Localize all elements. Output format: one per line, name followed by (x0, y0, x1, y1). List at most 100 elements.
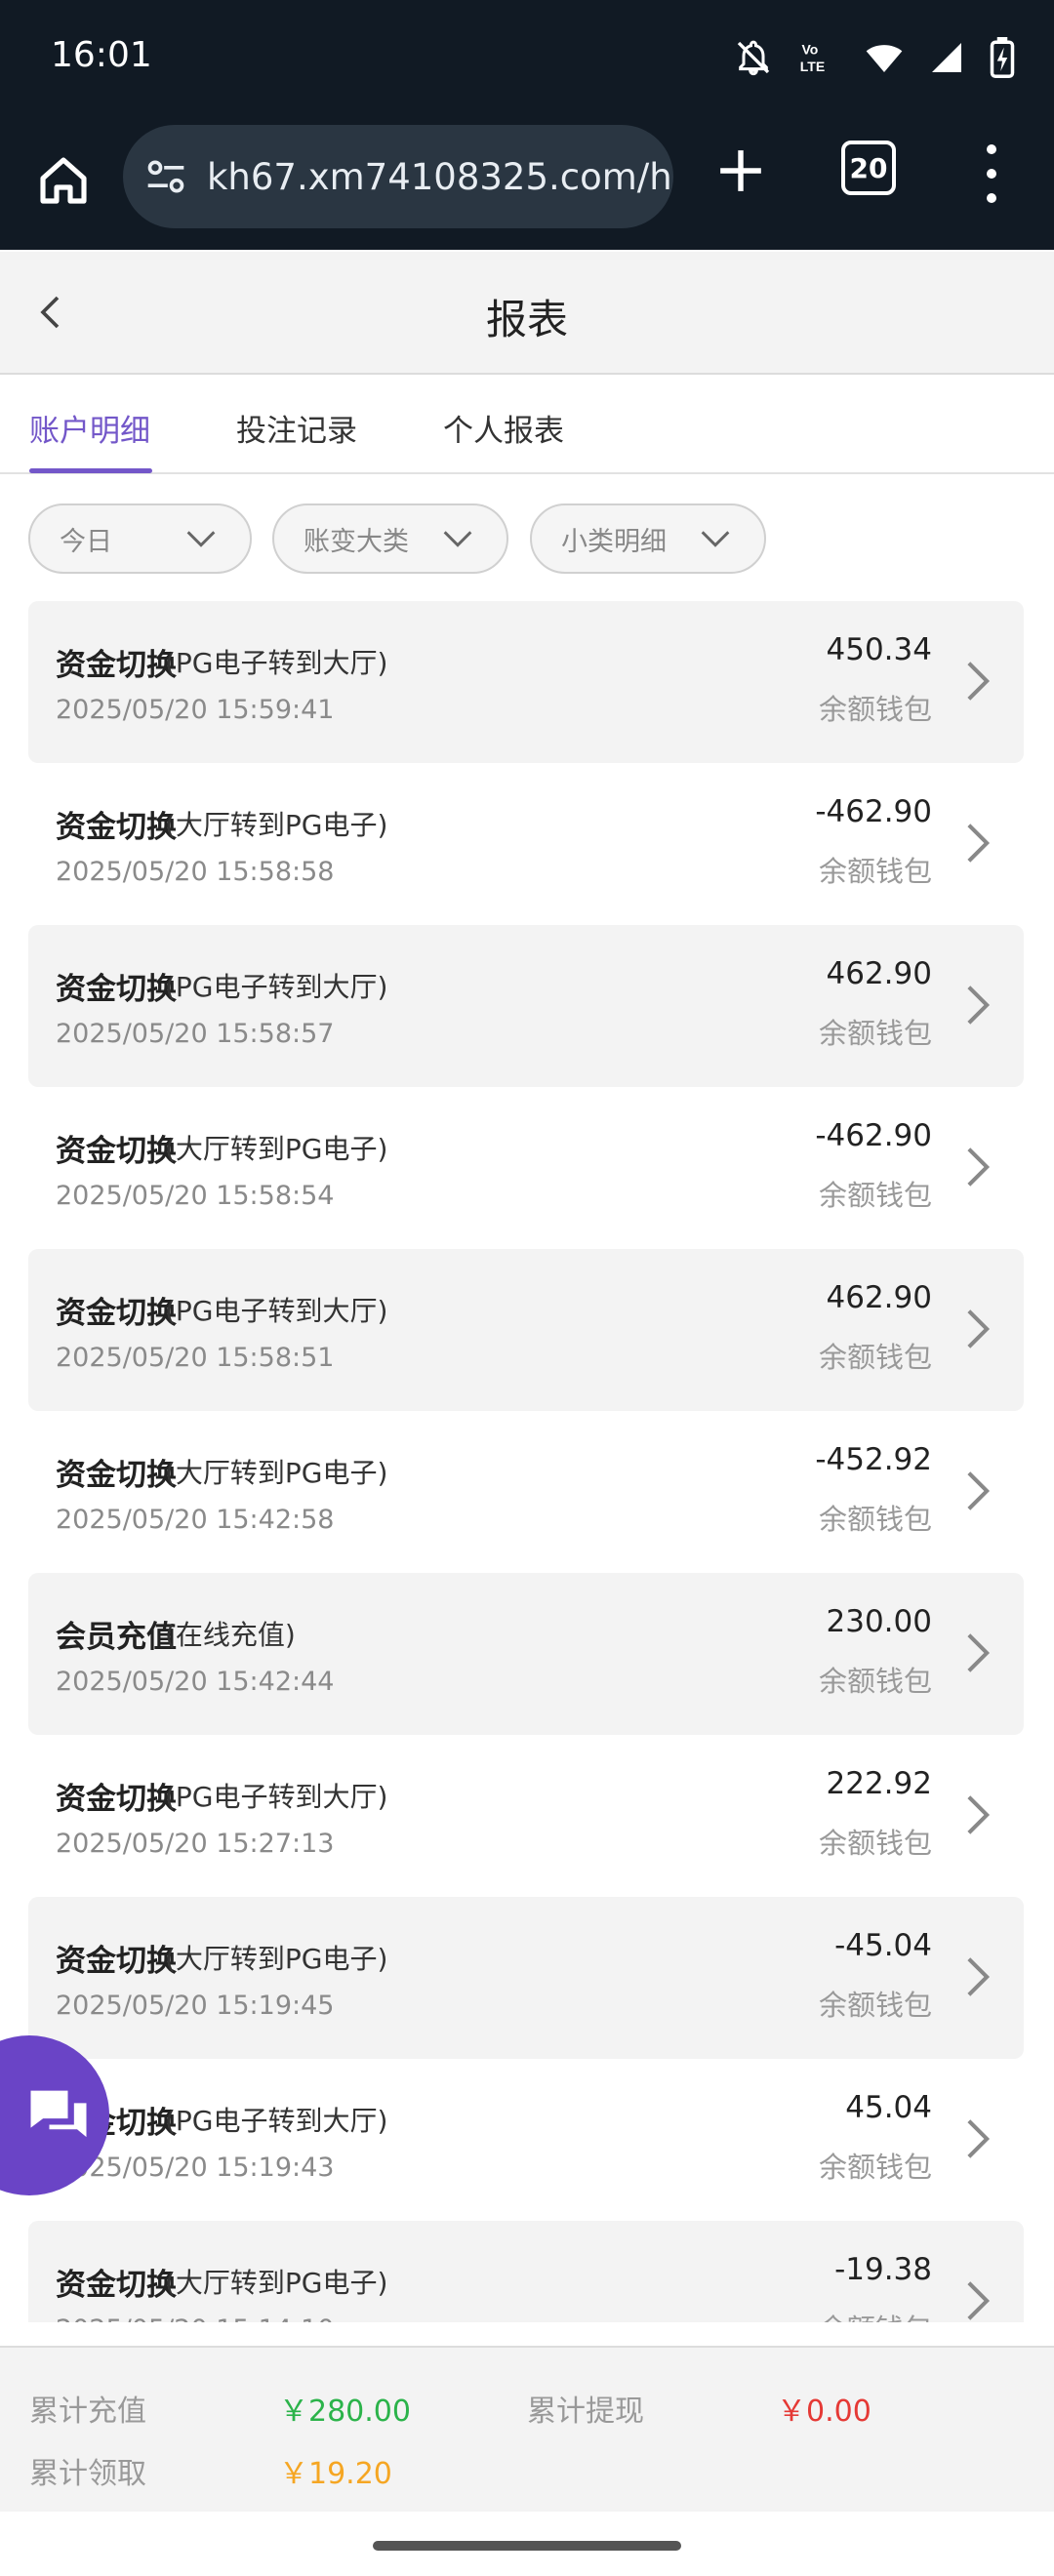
transaction-time: 2025/05/20 15:14:10 (56, 2314, 334, 2322)
transaction-wallet: 余额钱包 (818, 693, 932, 726)
transaction-row[interactable]: 资金切换 (PG电子转到大厅) 2025/05/20 15:19:43 45.04 余额… (28, 2059, 1024, 2221)
chevron-right-icon (967, 662, 991, 701)
transaction-row[interactable]: 资金切换 (大厅转到PG电子) 2025/05/20 15:58:54 -462.90… (28, 1087, 1024, 1249)
transaction-detail: (PG电子转到大厅) (165, 2105, 388, 2137)
transaction-detail: (PG电子转到大厅) (165, 1781, 388, 1813)
transaction-amount: 462.90 (826, 1280, 932, 1315)
transaction-row[interactable]: 会员充值 (在线充值) 2025/05/20 15:42:44 230.00 余额钱包 (28, 1573, 1024, 1735)
address-bar[interactable]: kh67.xm74108325.com/h (123, 125, 673, 228)
transaction-wallet: 余额钱包 (818, 2151, 932, 2184)
battery-charging-icon (990, 37, 1015, 78)
wifi-icon (866, 45, 903, 72)
chevron-down-icon (701, 531, 730, 547)
tab-personal-report[interactable]: 个人报表 (443, 406, 564, 450)
menu-dot-icon (987, 193, 996, 204)
tab-account-details[interactable]: 账户明细 (29, 406, 150, 450)
status-bar: 16:01 Vo LTE (0, 0, 1054, 117)
transaction-row[interactable]: 资金切换 (大厅转到PG电子) 2025/05/20 15:58:58 -462.90… (28, 763, 1024, 925)
chevron-right-icon (967, 2119, 991, 2158)
total-withdraw-value: ￥0.00 (777, 2395, 872, 2429)
plus-icon (720, 150, 761, 191)
filter-label: 账变大类 (304, 526, 409, 557)
date-filter-dropdown[interactable]: 今日 (28, 503, 252, 574)
transaction-wallet: 余额钱包 (818, 1989, 932, 2022)
transaction-time: 2025/05/20 15:19:45 (56, 1991, 335, 2021)
transaction-amount: 450.34 (826, 632, 932, 667)
transaction-type: 资金切换 (56, 1782, 177, 1817)
svg-text:LTE: LTE (800, 59, 825, 74)
transaction-wallet: 余额钱包 (818, 1179, 932, 1212)
transaction-type: 资金切换 (56, 648, 177, 683)
transaction-time: 2025/05/20 15:59:41 (56, 695, 335, 725)
transaction-detail: (大厅转到PG电子) (165, 1943, 388, 1975)
gesture-navigation-bar[interactable] (373, 2541, 681, 2551)
transaction-time: 2025/05/20 15:42:44 (56, 1667, 335, 1697)
transaction-time: 2025/05/20 15:58:54 (56, 1181, 335, 1211)
transaction-time: 2025/05/20 15:58:57 (56, 1019, 335, 1049)
total-recharge-label: 累计充值 (29, 2395, 146, 2429)
filter-label: 今日 (60, 526, 112, 557)
transaction-detail: (大厅转到PG电子) (165, 1133, 388, 1165)
transaction-row[interactable]: 资金切换 (PG电子转到大厅) 2025/05/20 15:58:57 462.90 余… (28, 925, 1024, 1087)
browser-toolbar: kh67.xm74108325.com/h 20 (0, 117, 1054, 250)
transaction-time: 2025/05/20 15:58:51 (56, 1343, 335, 1373)
transaction-row[interactable]: 资金切换(大厅转到PG电子) 2025/05/20 15:14:10 -19.38 余… (28, 2221, 1024, 2322)
chevron-right-icon (967, 986, 991, 1025)
transaction-type: 资金切换 (56, 1296, 177, 1331)
chevron-down-icon (186, 531, 216, 547)
category-filter-dropdown[interactable]: 账变大类 (272, 503, 508, 574)
chevron-down-icon (443, 531, 472, 547)
transaction-detail: (PG电子转到大厅) (165, 971, 388, 1003)
site-settings-icon[interactable] (144, 155, 187, 198)
tab-bet-records[interactable]: 投注记录 (236, 406, 357, 450)
transaction-detail: (在线充值) (165, 1619, 296, 1651)
transaction-amount: 230.00 (826, 1604, 932, 1639)
transaction-detail: (PG电子转到大厅) (165, 647, 388, 679)
volte-icon: Vo LTE (800, 42, 825, 75)
transaction-time: 2025/05/20 15:27:13 (56, 1829, 335, 1859)
total-recharge-value: ￥280.00 (279, 2395, 411, 2429)
signal-icon (932, 43, 961, 72)
svg-text:Vo: Vo (802, 42, 819, 58)
home-button[interactable] (29, 146, 98, 215)
transaction-amount: 222.92 (826, 1766, 932, 1801)
transaction-amount: -462.90 (815, 794, 932, 829)
transaction-amount: 45.04 (845, 2090, 932, 2125)
total-withdraw-label: 累计提现 (527, 2395, 644, 2429)
menu-dot-icon (987, 168, 996, 179)
transaction-type: 资金切换 (56, 810, 177, 845)
transaction-row[interactable]: 资金切换 (PG电子转到大厅) 2025/05/20 15:59:41 450.34 余… (28, 601, 1024, 763)
transaction-wallet: 余额钱包 (818, 1503, 932, 1536)
chevron-right-icon (967, 824, 991, 863)
browser-menu-button[interactable] (972, 137, 1011, 211)
transaction-type: 会员充值 (56, 1620, 177, 1655)
transaction-wallet: 余额钱包 (818, 855, 932, 888)
transaction-amount: -45.04 (834, 1928, 932, 1963)
active-tab-indicator (29, 468, 152, 473)
transaction-detail: (PG电子转到大厅) (165, 1295, 388, 1327)
page-header: 报表 (0, 252, 1054, 375)
total-claim-value: ￥19.20 (279, 2457, 392, 2491)
chevron-right-icon (967, 1147, 991, 1187)
new-tab-button[interactable] (709, 139, 773, 203)
transaction-amount: -19.38 (834, 2252, 932, 2287)
tab-switcher-button[interactable]: 20 (841, 141, 896, 195)
transaction-row[interactable]: 资金切换 (PG电子转到大厅) 2025/05/20 15:58:51 462.90 余… (28, 1249, 1024, 1411)
transaction-amount: 462.90 (826, 956, 932, 991)
transaction-wallet: 余额钱包 (818, 1341, 932, 1374)
tab-count: 20 (849, 151, 888, 184)
transaction-wallet: 余额钱包 (818, 1665, 932, 1698)
transaction-row[interactable]: 资金切换 (大厅转到PG电子) 2025/05/20 15:42:58 -452.92… (28, 1411, 1024, 1573)
chevron-right-icon (967, 1633, 991, 1672)
transaction-wallet: 余额钱包 (819, 2307, 932, 2322)
subcategory-filter-dropdown[interactable]: 小类明细 (530, 503, 766, 574)
transaction-list: 资金切换 (PG电子转到大厅) 2025/05/20 15:59:41 450.34 余… (0, 601, 1054, 2322)
report-tabs: 账户明细 投注记录 个人报表 (0, 377, 1054, 474)
transaction-wallet: 余额钱包 (818, 1827, 932, 1860)
transaction-row[interactable]: 资金切换 (PG电子转到大厅) 2025/05/20 15:27:13 222.92 余… (28, 1735, 1024, 1897)
transaction-detail: (大厅转到PG电子) (165, 1457, 388, 1489)
transaction-row[interactable]: 资金切换 (大厅转到PG电子) 2025/05/20 15:19:45 -45.04 余… (28, 1897, 1024, 2059)
transaction-time: 2025/05/20 15:42:58 (56, 1505, 335, 1535)
menu-dot-icon (987, 143, 996, 154)
total-claim-label: 累计领取 (29, 2457, 146, 2491)
